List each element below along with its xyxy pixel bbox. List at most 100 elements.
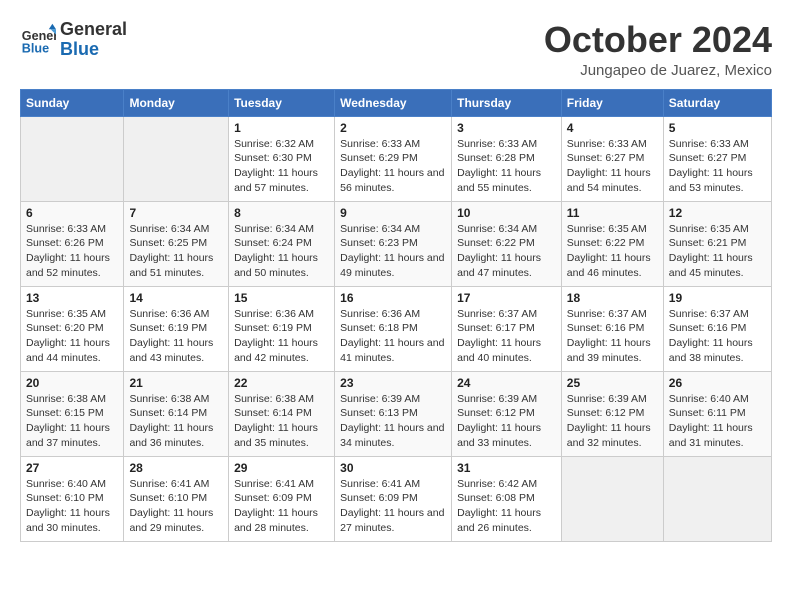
weekday-header: Monday (124, 89, 229, 116)
calendar-cell: 25 Sunrise: 6:39 AM Sunset: 6:12 PM Dayli… (561, 371, 663, 456)
calendar-cell: 3 Sunrise: 6:33 AM Sunset: 6:28 PM Daylig… (452, 116, 562, 201)
calendar-cell: 11Sunrise: 6:35 AM Sunset: 6:22 PM Dayli… (561, 201, 663, 286)
day-number: 3 (457, 121, 556, 135)
logo: General Blue General Blue (20, 20, 127, 60)
day-detail: Sunrise: 6:33 AM Sunset: 6:28 PM Dayligh… (457, 137, 556, 196)
day-detail: Sunrise: 6:39 AM Sunset: 6:12 PM Dayligh… (457, 392, 556, 451)
calendar-week-row: 27 Sunrise: 6:40 AM Sunset: 6:10 PM Dayli… (21, 456, 772, 541)
day-number: 11 (567, 206, 658, 220)
day-detail: Sunrise: 6:34 AM Sunset: 6:22 PM Dayligh… (457, 222, 556, 281)
day-number: 21 (129, 376, 223, 390)
calendar-cell: 30 Sunrise: 6:41 AM Sunset: 6:09 PM Dayli… (335, 456, 452, 541)
calendar-week-row: 6Sunrise: 6:33 AM Sunset: 6:26 PM Daylig… (21, 201, 772, 286)
day-detail: Sunrise: 6:36 AM Sunset: 6:18 PM Dayligh… (340, 307, 446, 366)
month-title: October 2024 (544, 20, 772, 60)
day-number: 16 (340, 291, 446, 305)
calendar-cell: 12 Sunrise: 6:35 AM Sunset: 6:21 PM Dayli… (663, 201, 771, 286)
calendar-cell: 21 Sunrise: 6:38 AM Sunset: 6:14 PM Dayli… (124, 371, 229, 456)
day-detail: Sunrise: 6:41 AM Sunset: 6:09 PM Dayligh… (234, 477, 329, 536)
calendar-cell: 31Sunrise: 6:42 AM Sunset: 6:08 PM Dayli… (452, 456, 562, 541)
day-number: 13 (26, 291, 118, 305)
calendar-cell: 7 Sunrise: 6:34 AM Sunset: 6:25 PM Daylig… (124, 201, 229, 286)
day-number: 27 (26, 461, 118, 475)
weekday-header: Thursday (452, 89, 562, 116)
calendar-cell: 16 Sunrise: 6:36 AM Sunset: 6:18 PM Dayli… (335, 286, 452, 371)
day-detail: Sunrise: 6:33 AM Sunset: 6:27 PM Dayligh… (669, 137, 766, 196)
calendar-cell: 18 Sunrise: 6:37 AM Sunset: 6:16 PM Dayli… (561, 286, 663, 371)
svg-text:Blue: Blue (22, 41, 49, 55)
day-detail: Sunrise: 6:33 AM Sunset: 6:27 PM Dayligh… (567, 137, 658, 196)
day-number: 25 (567, 376, 658, 390)
day-detail: Sunrise: 6:42 AM Sunset: 6:08 PM Dayligh… (457, 477, 556, 536)
day-number: 4 (567, 121, 658, 135)
day-number: 5 (669, 121, 766, 135)
day-number: 14 (129, 291, 223, 305)
weekday-header: Sunday (21, 89, 124, 116)
calendar-cell (124, 116, 229, 201)
weekday-header: Wednesday (335, 89, 452, 116)
calendar-cell: 9 Sunrise: 6:34 AM Sunset: 6:23 PM Daylig… (335, 201, 452, 286)
day-number: 15 (234, 291, 329, 305)
day-number: 7 (129, 206, 223, 220)
calendar-cell: 10Sunrise: 6:34 AM Sunset: 6:22 PM Dayli… (452, 201, 562, 286)
day-number: 8 (234, 206, 329, 220)
day-number: 26 (669, 376, 766, 390)
calendar-cell (21, 116, 124, 201)
day-detail: Sunrise: 6:41 AM Sunset: 6:09 PM Dayligh… (340, 477, 446, 536)
day-detail: Sunrise: 6:33 AM Sunset: 6:29 PM Dayligh… (340, 137, 446, 196)
calendar-body: 1Sunrise: 6:32 AM Sunset: 6:30 PM Daylig… (21, 116, 772, 541)
day-number: 23 (340, 376, 446, 390)
calendar-cell: 22Sunrise: 6:38 AM Sunset: 6:14 PM Dayli… (229, 371, 335, 456)
calendar-cell: 2 Sunrise: 6:33 AM Sunset: 6:29 PM Daylig… (335, 116, 452, 201)
day-detail: Sunrise: 6:35 AM Sunset: 6:20 PM Dayligh… (26, 307, 118, 366)
day-number: 24 (457, 376, 556, 390)
calendar-cell: 4 Sunrise: 6:33 AM Sunset: 6:27 PM Daylig… (561, 116, 663, 201)
day-number: 30 (340, 461, 446, 475)
calendar-cell: 5 Sunrise: 6:33 AM Sunset: 6:27 PM Daylig… (663, 116, 771, 201)
day-detail: Sunrise: 6:37 AM Sunset: 6:16 PM Dayligh… (567, 307, 658, 366)
day-number: 18 (567, 291, 658, 305)
day-detail: Sunrise: 6:33 AM Sunset: 6:26 PM Dayligh… (26, 222, 118, 281)
day-number: 12 (669, 206, 766, 220)
day-detail: Sunrise: 6:40 AM Sunset: 6:11 PM Dayligh… (669, 392, 766, 451)
calendar-cell: 8 Sunrise: 6:34 AM Sunset: 6:24 PM Daylig… (229, 201, 335, 286)
day-detail: Sunrise: 6:39 AM Sunset: 6:12 PM Dayligh… (567, 392, 658, 451)
location-title: Jungapeo de Juarez, Mexico (544, 62, 772, 79)
calendar-cell: 17 Sunrise: 6:37 AM Sunset: 6:17 PM Dayli… (452, 286, 562, 371)
weekday-header: Tuesday (229, 89, 335, 116)
day-detail: Sunrise: 6:37 AM Sunset: 6:17 PM Dayligh… (457, 307, 556, 366)
day-number: 2 (340, 121, 446, 135)
day-detail: Sunrise: 6:36 AM Sunset: 6:19 PM Dayligh… (129, 307, 223, 366)
calendar-cell: 24 Sunrise: 6:39 AM Sunset: 6:12 PM Dayli… (452, 371, 562, 456)
logo-icon: General Blue (20, 22, 56, 58)
day-detail: Sunrise: 6:35 AM Sunset: 6:21 PM Dayligh… (669, 222, 766, 281)
calendar-header-row: SundayMondayTuesdayWednesdayThursdayFrid… (21, 89, 772, 116)
calendar-cell: 27 Sunrise: 6:40 AM Sunset: 6:10 PM Dayli… (21, 456, 124, 541)
calendar-week-row: 20Sunrise: 6:38 AM Sunset: 6:15 PM Dayli… (21, 371, 772, 456)
day-detail: Sunrise: 6:41 AM Sunset: 6:10 PM Dayligh… (129, 477, 223, 536)
day-detail: Sunrise: 6:34 AM Sunset: 6:25 PM Dayligh… (129, 222, 223, 281)
day-number: 17 (457, 291, 556, 305)
day-number: 19 (669, 291, 766, 305)
day-detail: Sunrise: 6:32 AM Sunset: 6:30 PM Dayligh… (234, 137, 329, 196)
calendar-cell: 28Sunrise: 6:41 AM Sunset: 6:10 PM Dayli… (124, 456, 229, 541)
day-number: 9 (340, 206, 446, 220)
calendar-cell: 14 Sunrise: 6:36 AM Sunset: 6:19 PM Dayli… (124, 286, 229, 371)
day-detail: Sunrise: 6:34 AM Sunset: 6:23 PM Dayligh… (340, 222, 446, 281)
calendar-cell (663, 456, 771, 541)
day-detail: Sunrise: 6:38 AM Sunset: 6:14 PM Dayligh… (129, 392, 223, 451)
calendar-table: SundayMondayTuesdayWednesdayThursdayFrid… (20, 89, 772, 542)
day-detail: Sunrise: 6:34 AM Sunset: 6:24 PM Dayligh… (234, 222, 329, 281)
day-detail: Sunrise: 6:38 AM Sunset: 6:14 PM Dayligh… (234, 392, 329, 451)
title-block: October 2024 Jungapeo de Juarez, Mexico (544, 20, 772, 79)
day-detail: Sunrise: 6:40 AM Sunset: 6:10 PM Dayligh… (26, 477, 118, 536)
day-detail: Sunrise: 6:37 AM Sunset: 6:16 PM Dayligh… (669, 307, 766, 366)
calendar-cell: 15 Sunrise: 6:36 AM Sunset: 6:19 PM Dayli… (229, 286, 335, 371)
logo-blue: Blue (60, 40, 127, 60)
calendar-cell: 6Sunrise: 6:33 AM Sunset: 6:26 PM Daylig… (21, 201, 124, 286)
day-detail: Sunrise: 6:38 AM Sunset: 6:15 PM Dayligh… (26, 392, 118, 451)
day-detail: Sunrise: 6:36 AM Sunset: 6:19 PM Dayligh… (234, 307, 329, 366)
calendar-cell: 23Sunrise: 6:39 AM Sunset: 6:13 PM Dayli… (335, 371, 452, 456)
weekday-header: Friday (561, 89, 663, 116)
logo-general: General (60, 20, 127, 40)
